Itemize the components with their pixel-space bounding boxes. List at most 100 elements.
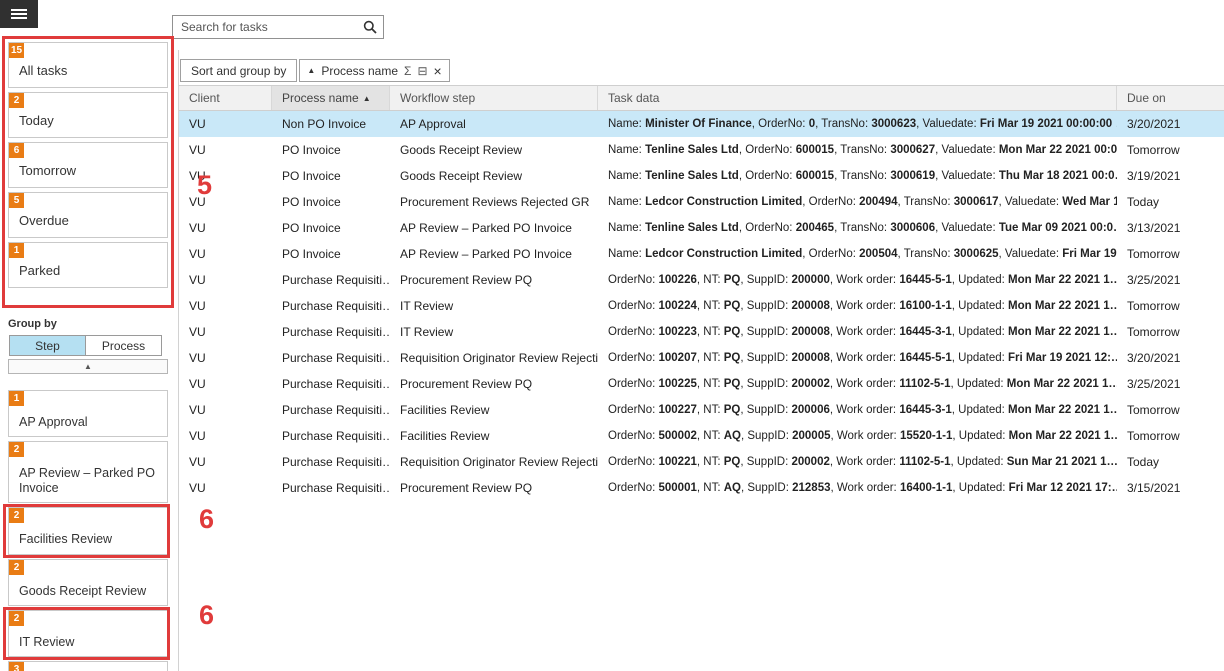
filter-label: All tasks bbox=[19, 63, 67, 78]
column-header-workflow-step[interactable]: Workflow step bbox=[390, 86, 598, 110]
task-count-badge: 2 bbox=[9, 560, 24, 575]
cell-process-name: Purchase Requisiti… bbox=[272, 481, 390, 495]
task-count-badge: 2 bbox=[9, 442, 24, 457]
search-input[interactable] bbox=[173, 16, 357, 38]
task-row[interactable]: VU PO Invoice AP Review – Parked PO Invo… bbox=[179, 215, 1224, 241]
table-header: Client Process name ▲ Workflow step Task… bbox=[179, 85, 1224, 111]
cell-process-name: Purchase Requisiti… bbox=[272, 429, 390, 443]
cell-due-on: 3/25/2021 bbox=[1117, 377, 1224, 391]
cell-due-on: 3/20/2021 bbox=[1117, 351, 1224, 365]
sidebar-filter-item[interactable]: 2 Today bbox=[8, 92, 168, 138]
cell-task-data: Name: Ledcor Construction Limited, Order… bbox=[598, 196, 1117, 208]
sidebar-filter-item[interactable]: 5 Overdue bbox=[8, 192, 168, 238]
toolbar: Sort and group by ▲ Process name Σ ⊟ × bbox=[180, 59, 450, 82]
task-row[interactable]: VU Purchase Requisiti… Facilities Review… bbox=[179, 397, 1224, 423]
cell-process-name: Purchase Requisiti… bbox=[272, 455, 390, 469]
filter-label: Overdue bbox=[19, 213, 69, 228]
task-row[interactable]: VU Purchase Requisiti… Procurement Revie… bbox=[179, 371, 1224, 397]
task-row[interactable]: VU Purchase Requisiti… Facilities Review… bbox=[179, 423, 1224, 449]
cell-client: VU bbox=[179, 325, 272, 339]
sidebar-filter-item[interactable]: 15 All tasks bbox=[8, 42, 168, 88]
cell-client: VU bbox=[179, 481, 272, 495]
task-row[interactable]: VU Non PO Invoice AP Approval Name: Mini… bbox=[179, 111, 1224, 137]
cell-process-name: Purchase Requisiti… bbox=[272, 377, 390, 391]
cell-process-name: PO Invoice bbox=[272, 169, 390, 183]
column-header-due-on[interactable]: Due on bbox=[1117, 86, 1224, 110]
column-header-process-name[interactable]: Process name ▲ bbox=[272, 86, 390, 110]
task-row[interactable]: VU Purchase Requisiti… Requisition Origi… bbox=[179, 345, 1224, 371]
close-icon[interactable]: × bbox=[434, 64, 442, 78]
cell-workflow-step: Procurement Review PQ bbox=[390, 273, 598, 287]
sort-and-group-button[interactable]: Sort and group by bbox=[180, 59, 297, 82]
group-label: IT Review bbox=[19, 635, 159, 649]
cell-client: VU bbox=[179, 247, 272, 261]
task-row[interactable]: VU Purchase Requisiti… Procurement Revie… bbox=[179, 267, 1224, 293]
task-count-badge: 5 bbox=[9, 193, 24, 208]
sidebar-group-item[interactable]: 2 IT Review bbox=[8, 610, 168, 657]
task-row[interactable]: VU PO Invoice Goods Receipt Review Name:… bbox=[179, 137, 1224, 163]
search-icon[interactable] bbox=[357, 16, 383, 38]
sort-ascending-icon: ▲ bbox=[363, 94, 371, 103]
filter-label: Tomorrow bbox=[19, 163, 76, 178]
cell-process-name: PO Invoice bbox=[272, 143, 390, 157]
cell-task-data: OrderNo: 100207, NT: PQ, SuppID: 200008,… bbox=[598, 352, 1117, 364]
cell-workflow-step: Goods Receipt Review bbox=[390, 143, 598, 157]
column-header-client[interactable]: Client bbox=[179, 86, 272, 110]
grouping-chip[interactable]: ▲ Process name Σ ⊟ × bbox=[299, 59, 449, 82]
cell-process-name: Purchase Requisiti… bbox=[272, 403, 390, 417]
column-header-task-data[interactable]: Task data bbox=[598, 86, 1117, 110]
cell-task-data: OrderNo: 100225, NT: PQ, SuppID: 200002,… bbox=[598, 378, 1117, 390]
cell-client: VU bbox=[179, 273, 272, 287]
group-list: 1 AP Approval 2 AP Review – Parked PO In… bbox=[0, 374, 170, 671]
chevron-up-icon: ▲ bbox=[84, 362, 92, 371]
sidebar-group-item[interactable]: 2 Goods Receipt Review bbox=[8, 559, 168, 606]
cell-due-on: 3/13/2021 bbox=[1117, 221, 1224, 235]
grouping-chip-label: Process name bbox=[321, 64, 398, 78]
cell-workflow-step: Facilities Review bbox=[390, 403, 598, 417]
task-row[interactable]: VU PO Invoice Goods Receipt Review Name:… bbox=[179, 163, 1224, 189]
cell-task-data: OrderNo: 500001, NT: AQ, SuppID: 212853,… bbox=[598, 482, 1117, 494]
sidebar-group-item[interactable]: 2 Facilities Review bbox=[8, 507, 168, 554]
sidebar-group-item[interactable]: 1 AP Approval bbox=[8, 390, 168, 437]
task-row[interactable]: VU Purchase Requisiti… IT Review OrderNo… bbox=[179, 293, 1224, 319]
sidebar-filter-item[interactable]: 1 Parked bbox=[8, 242, 168, 288]
cell-due-on: Tomorrow bbox=[1117, 143, 1224, 157]
hamburger-icon bbox=[11, 7, 27, 21]
cell-workflow-step: Goods Receipt Review bbox=[390, 169, 598, 183]
task-count-badge: 3 bbox=[9, 662, 24, 671]
sidebar-group-item[interactable]: 3 bbox=[8, 661, 168, 671]
task-row[interactable]: VU PO Invoice AP Review – Parked PO Invo… bbox=[179, 241, 1224, 267]
task-count-badge: 1 bbox=[9, 243, 24, 258]
task-row[interactable]: VU Purchase Requisiti… Requisition Origi… bbox=[179, 449, 1224, 475]
cell-due-on: Tomorrow bbox=[1117, 299, 1224, 313]
task-row[interactable]: VU Purchase Requisiti… IT Review OrderNo… bbox=[179, 319, 1224, 345]
task-row[interactable]: VU Purchase Requisiti… Procurement Revie… bbox=[179, 475, 1224, 501]
collapse-groups-button[interactable]: ▲ bbox=[8, 359, 168, 374]
task-row[interactable]: VU PO Invoice Procurement Reviews Reject… bbox=[179, 189, 1224, 215]
cell-process-name: Purchase Requisiti… bbox=[272, 273, 390, 287]
cell-workflow-step: Procurement Reviews Rejected GR bbox=[390, 195, 598, 209]
cell-workflow-step: Requisition Originator Review Rejecti… bbox=[390, 351, 598, 365]
sidebar-filter-item[interactable]: 6 Tomorrow bbox=[8, 142, 168, 188]
cell-process-name: Purchase Requisiti… bbox=[272, 299, 390, 313]
cell-due-on: 3/20/2021 bbox=[1117, 117, 1224, 131]
column-header-label: Process name bbox=[282, 91, 359, 105]
cell-due-on: Tomorrow bbox=[1117, 403, 1224, 417]
cell-client: VU bbox=[179, 403, 272, 417]
group-by-process-tab[interactable]: Process bbox=[85, 336, 161, 355]
sum-icon[interactable]: Σ bbox=[404, 64, 411, 78]
cell-client: VU bbox=[179, 143, 272, 157]
cell-workflow-step: IT Review bbox=[390, 299, 598, 313]
menu-button[interactable] bbox=[0, 0, 38, 28]
group-by-step-tab[interactable]: Step bbox=[10, 336, 85, 355]
cell-workflow-step: AP Approval bbox=[390, 117, 598, 131]
cell-due-on: Today bbox=[1117, 455, 1224, 469]
cell-workflow-step: Requisition Originator Review Rejecti… bbox=[390, 455, 598, 469]
sidebar-group-item[interactable]: 2 AP Review – Parked PO Invoice bbox=[8, 441, 168, 503]
group-by-section: Group by Step Process ▲ bbox=[0, 292, 170, 374]
magnifier-glyph bbox=[363, 20, 377, 34]
cell-task-data: OrderNo: 100221, NT: PQ, SuppID: 200002,… bbox=[598, 456, 1117, 468]
task-count-badge: 1 bbox=[9, 391, 24, 406]
collapse-all-icon[interactable]: ⊟ bbox=[417, 64, 427, 78]
sidebar: 15 All tasks 2 Today 6 Tomorrow 5 Overdu… bbox=[0, 28, 170, 671]
